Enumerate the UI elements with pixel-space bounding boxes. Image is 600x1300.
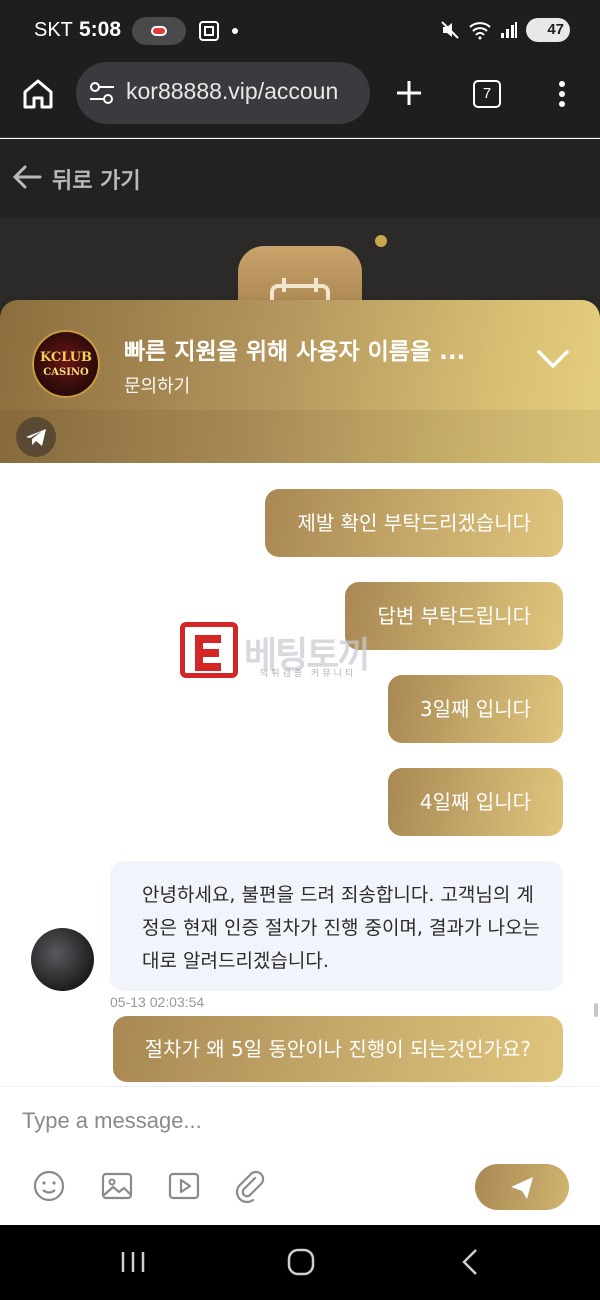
recording-pill: [132, 17, 186, 45]
collapse-chat-button[interactable]: [536, 346, 570, 372]
agent-avatar: [31, 928, 94, 991]
outgoing-message: 3일째 입니다: [387, 675, 563, 743]
site-settings-icon[interactable]: [88, 80, 116, 106]
recent-apps-icon[interactable]: [118, 1247, 148, 1277]
signal-icon: [501, 22, 517, 38]
telegram-button[interactable]: [16, 417, 56, 457]
video-icon: [168, 1172, 200, 1200]
emoji-button[interactable]: [32, 1169, 66, 1203]
image-upload-button[interactable]: [100, 1169, 134, 1203]
chat-header: KCLUB CASINO 빠른 지원을 위해 사용자 이름을 ... 문의하기: [0, 300, 600, 463]
image-icon: [101, 1172, 133, 1200]
chevron-down-icon: [537, 350, 569, 369]
notification-dot: [375, 235, 387, 247]
home-icon: [23, 79, 53, 109]
battery-indicator: 47: [526, 18, 570, 42]
attach-file-button[interactable]: [233, 1169, 267, 1204]
telegram-icon: [26, 429, 46, 446]
watermark-logo: [180, 622, 238, 678]
browser-menu-button[interactable]: [550, 76, 574, 112]
status-bar: SKT 5:08 47: [0, 0, 600, 62]
watermark: 베팅토끼 먹튀검증 커뮤니티: [180, 622, 440, 680]
video-upload-button[interactable]: [167, 1169, 201, 1203]
chat-subtitle: 문의하기: [124, 376, 191, 397]
paperclip-icon: [235, 1170, 265, 1204]
send-icon: [511, 1177, 533, 1199]
back-nav-icon[interactable]: [456, 1247, 486, 1277]
clock: 5:08: [79, 18, 122, 41]
new-tab-button[interactable]: [392, 76, 426, 110]
message-composer: [0, 1086, 600, 1225]
home-nav-icon[interactable]: [286, 1247, 316, 1277]
carrier-label: SKT: [34, 19, 73, 41]
browser-toolbar: kor88888.vip/accoun 7: [0, 62, 600, 138]
back-label[interactable]: 뒤로 가기: [52, 163, 141, 195]
home-button[interactable]: [20, 76, 56, 112]
url-text[interactable]: kor88888.vip/accoun: [126, 78, 338, 105]
watermark-caption: 먹튀검증 커뮤니티: [260, 669, 357, 679]
message-timestamp: 05-13 02:03:54: [110, 994, 205, 1010]
back-arrow-icon[interactable]: [12, 164, 42, 190]
address-bar[interactable]: kor88888.vip/accoun: [76, 62, 370, 124]
send-button[interactable]: [475, 1164, 569, 1210]
message-list[interactable]: 제발 확인 부탁드리겠습니다 답변 부탁드립니다 3일째 입니다 4일째 입니다…: [0, 463, 600, 1086]
tab-switcher-button[interactable]: 7: [473, 80, 501, 108]
support-logo: KCLUB CASINO: [32, 330, 100, 398]
outgoing-message: 절차가 왜 5일 동안이나 진행이 되는것인가요?: [112, 1016, 563, 1082]
more-vertical-icon: [559, 81, 565, 107]
plus-icon: [397, 81, 421, 105]
scrollbar-thumb[interactable]: [594, 1003, 598, 1017]
outgoing-message: 4일째 입니다: [387, 768, 563, 836]
chat-title: 빠른 지원을 위해 사용자 이름을 ...: [124, 339, 466, 365]
mute-icon: [441, 21, 459, 39]
incoming-message: 안녕하세요, 불편을 드려 죄송합니다. 고객님의 계정은 현재 인증 절차가 …: [110, 861, 563, 991]
outgoing-message: 제발 확인 부탁드리겠습니다: [265, 489, 563, 557]
wifi-icon: [469, 22, 491, 40]
page-back-bar[interactable]: 뒤로 가기: [0, 139, 600, 217]
message-input[interactable]: [20, 1099, 580, 1143]
system-navigation-bar: [0, 1225, 600, 1300]
screenshot-icon: [198, 20, 248, 46]
smiley-icon: [33, 1170, 65, 1202]
